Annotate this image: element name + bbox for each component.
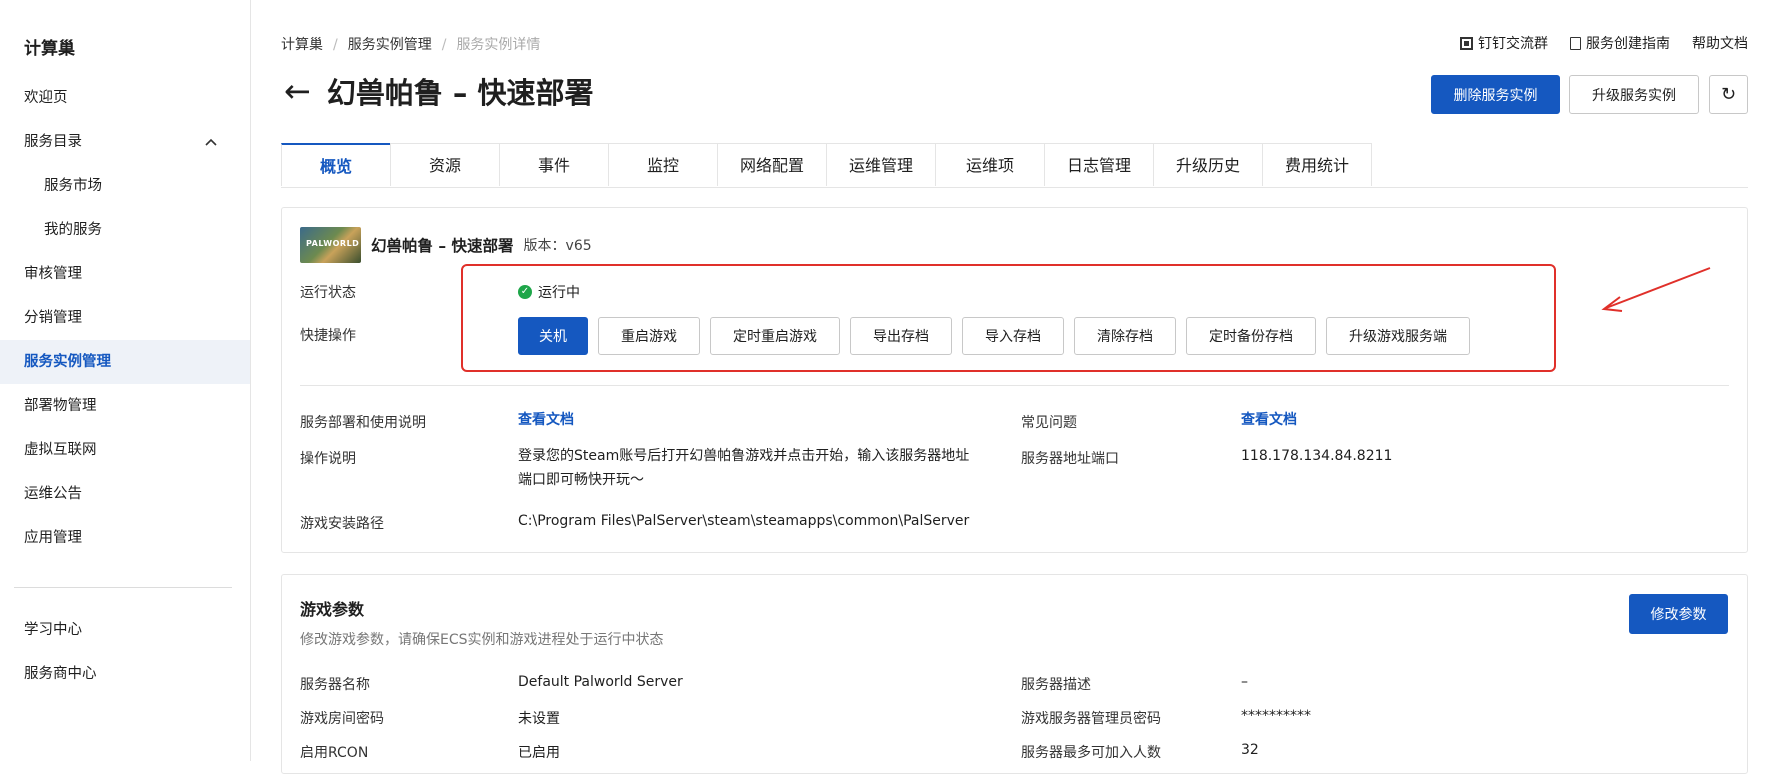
dingtalk-group-label: 钉钉交流群: [1478, 36, 1548, 52]
sidebar-item-service-market[interactable]: 服务市场: [0, 164, 250, 208]
sidebar-item-learning[interactable]: 学习中心: [0, 608, 250, 652]
chevron-up-icon: [205, 138, 217, 146]
thumbnail-text: PALWORLD: [306, 239, 360, 248]
sidebar-item-my-services[interactable]: 我的服务: [0, 208, 250, 252]
param-value: Default Palworld Server: [518, 674, 683, 690]
param-value: 32: [1241, 742, 1259, 758]
param-value: –: [1241, 674, 1248, 690]
delete-instance-button[interactable]: 删除服务实例: [1431, 75, 1560, 114]
back-arrow-icon[interactable]: ←: [284, 75, 311, 107]
sidebar-item-provider-center[interactable]: 服务商中心: [0, 652, 250, 696]
page-title: ← 幻兽帕鲁 – 快速部署: [284, 70, 594, 112]
red-arrow-icon: [1601, 267, 1711, 312]
install-path-label: 游戏安装路径: [300, 516, 384, 532]
faq-label: 常见问题: [1021, 415, 1077, 431]
breadcrumb-item[interactable]: 计算巢: [281, 37, 323, 53]
upgrade-instance-button[interactable]: 升级服务实例: [1569, 75, 1699, 114]
server-address-label: 服务器地址端口: [1021, 451, 1119, 467]
sidebar-item-review[interactable]: 审核管理: [0, 252, 250, 296]
param-label: 游戏房间密码: [300, 711, 384, 727]
param-label: 服务器描述: [1021, 677, 1091, 693]
game-params-title: 游戏参数: [300, 600, 365, 619]
breadcrumb-current: 服务实例详情: [456, 37, 541, 53]
faq-link[interactable]: 查看文档: [1241, 408, 1297, 432]
page-title-text: 幻兽帕鲁 – 快速部署: [326, 76, 594, 110]
game-params-card: [281, 574, 1748, 774]
param-label: 游戏服务器管理员密码: [1021, 711, 1161, 727]
tab-log-management[interactable]: 日志管理: [1044, 143, 1154, 186]
breadcrumb-separator: /: [441, 37, 447, 53]
param-value: **********: [1241, 708, 1311, 724]
sidebar-item-label: 服务目录: [24, 134, 82, 150]
game-params-desc: 修改游戏参数，请确保ECS实例和游戏进程处于运行中状态: [300, 632, 664, 648]
section-divider: [300, 385, 1729, 386]
sidebar-item-artifacts[interactable]: 部署物管理: [0, 384, 250, 428]
edit-params-button[interactable]: 修改参数: [1629, 594, 1728, 634]
breadcrumb-separator: /: [333, 37, 338, 53]
refresh-icon: ↻: [1720, 84, 1737, 105]
sidebar: 计算巢 欢迎页 服务目录 服务市场 我的服务 审核管理 分销管理 服务实例管理 …: [0, 0, 251, 761]
help-docs-label: 帮助文档: [1692, 36, 1748, 52]
op-instructions-value: 登录您的Steam账号后打开幻兽帕鲁游戏并点击开始，输入该服务器地址 端口即可畅…: [518, 444, 998, 492]
breadcrumb-item[interactable]: 服务实例管理: [348, 37, 432, 53]
tab-overview[interactable]: 概览: [281, 143, 391, 186]
status-label: 运行状态: [300, 285, 356, 301]
param-value: 未设置: [518, 711, 560, 727]
tab-resources[interactable]: 资源: [390, 143, 500, 186]
op-instructions-line: 登录您的Steam账号后打开幻兽帕鲁游戏并点击开始，输入该服务器地址: [518, 448, 970, 464]
refresh-button[interactable]: ↻: [1709, 75, 1748, 114]
tab-ops-items[interactable]: 运维项: [935, 143, 1045, 186]
sidebar-item-app-management[interactable]: 应用管理: [0, 516, 250, 560]
qrcode-icon: [1460, 36, 1473, 50]
service-guide-label: 服务创建指南: [1586, 36, 1670, 52]
param-value: 已启用: [518, 745, 560, 761]
deploy-doc-label: 服务部署和使用说明: [300, 415, 426, 431]
service-guide-link[interactable]: 服务创建指南: [1570, 33, 1670, 53]
app-version: 版本：v65: [523, 238, 592, 254]
tab-bar: 概览 资源 事件 监控 网络配置 运维管理 运维项 日志管理 升级历史 费用统计: [281, 143, 1748, 188]
sidebar-item-service-catalog[interactable]: 服务目录: [0, 120, 250, 164]
server-address-value: 118.178.134.84.8211: [1241, 448, 1393, 464]
tab-network-config[interactable]: 网络配置: [717, 143, 827, 186]
param-label: 服务器最多可加入人数: [1021, 745, 1161, 761]
sidebar-item-instances[interactable]: 服务实例管理: [0, 340, 250, 384]
top-links: 钉钉交流群 服务创建指南 帮助文档: [1460, 33, 1748, 53]
highlight-box: [461, 264, 1556, 372]
dingtalk-group-link[interactable]: 钉钉交流群: [1460, 33, 1548, 53]
sidebar-item-virtual-network[interactable]: 虚拟互联网: [0, 428, 250, 472]
app-header: PALWORLD 幻兽帕鲁 – 快速部署 版本：v65: [300, 227, 592, 263]
book-icon: [1570, 36, 1581, 50]
tab-upgrade-history[interactable]: 升级历史: [1153, 143, 1263, 186]
deploy-doc-link[interactable]: 查看文档: [518, 408, 574, 432]
op-instructions-line: 端口即可畅快开玩～: [518, 472, 644, 488]
tab-cost-stats[interactable]: 费用统计: [1262, 143, 1372, 186]
param-label: 启用RCON: [300, 745, 369, 761]
sidebar-item-distribution[interactable]: 分销管理: [0, 296, 250, 340]
param-label: 服务器名称: [300, 677, 370, 693]
tab-ops-management[interactable]: 运维管理: [826, 143, 936, 186]
op-instructions-label: 操作说明: [300, 451, 356, 467]
breadcrumb: 计算巢 / 服务实例管理 / 服务实例详情: [281, 34, 540, 54]
sidebar-item-announcements[interactable]: 运维公告: [0, 472, 250, 516]
sidebar-divider: [14, 587, 232, 588]
sidebar-title: 计算巢: [24, 39, 75, 59]
install-path-value: C:\Program Files\PalServer\steam\steamap…: [518, 513, 970, 529]
app-name: 幻兽帕鲁 – 快速部署: [371, 237, 514, 255]
tab-monitoring[interactable]: 监控: [608, 143, 718, 186]
sidebar-item-welcome[interactable]: 欢迎页: [0, 76, 250, 120]
quick-actions-label: 快捷操作: [300, 328, 356, 344]
app-thumbnail: PALWORLD: [300, 227, 361, 263]
tab-events[interactable]: 事件: [499, 143, 609, 186]
help-docs-link[interactable]: 帮助文档: [1692, 33, 1748, 53]
